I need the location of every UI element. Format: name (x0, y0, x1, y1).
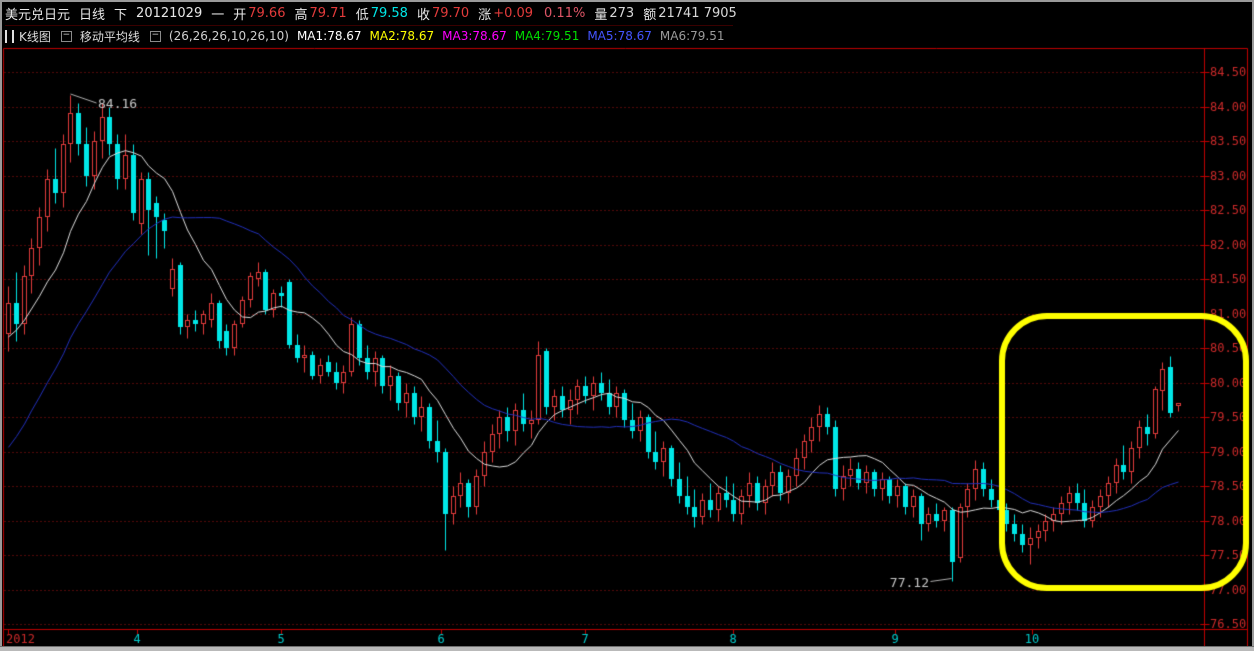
window-top-edge (0, 0, 1254, 2)
quote-fields: 开 79.66 高 79.71 低 79.58 收 79.70 涨 +0.09 0.11% 量 273 额… (233, 4, 746, 23)
chart-type-label[interactable]: K线图 (19, 28, 51, 45)
window-left-edge (0, 0, 2, 651)
indicator-bar: K线图 − 移动平均线 − (26,26,26,10,26,10) MA1:78… (5, 25, 733, 46)
ma-value-label: MA4:79.51 (514, 29, 580, 43)
window-bottom-edge (0, 646, 1254, 651)
ma-params-label: (26,26,26,10,26,10) (168, 29, 289, 43)
quote-field-value: 79.58 (370, 5, 408, 21)
quote-field-value: 273 (609, 5, 635, 21)
date-label: 20121029 (136, 5, 203, 21)
ma-value-label: MA5:78.67 (587, 29, 652, 43)
ma-value-label: MA6:79.51 (659, 29, 725, 43)
mode-label: 下 (114, 7, 128, 23)
ma-value-label: MA3:78.67 (442, 29, 507, 43)
ma-value-label: MA2:78.67 (369, 29, 435, 43)
chart-app-window: 美元兑日元 日线 下 20121029 一 开 79.66 高 79.71 低 79.58… (0, 0, 1254, 651)
collapse-ma-icon[interactable]: − (149, 30, 161, 42)
candlestick-chart[interactable] (0, 0, 1254, 651)
quote-field-label: 额 (643, 7, 657, 23)
quote-field-label: 量 (594, 7, 608, 23)
quote-header: 美元兑日元 日线 下 20121029 一 开 79.66 高 79.71 低 79.58… (5, 3, 746, 23)
quote-field-label: 开 (233, 7, 247, 23)
quote-field-label: 涨 (478, 7, 492, 23)
quote-field-value: 21741 7905 (658, 5, 737, 21)
quote-field-label: 收 (416, 7, 430, 23)
period-label[interactable]: 日线 (79, 4, 105, 23)
quote-field-label: 高 (294, 7, 308, 23)
pane-resize-handle-icon[interactable] (5, 29, 14, 43)
weekday-label: 一 (211, 7, 225, 23)
ma-value-label: MA1:78.67 (296, 29, 362, 43)
quote-field-value: 0.11% (544, 5, 586, 21)
indicator-name-label[interactable]: 移动平均线 (80, 28, 140, 45)
quote-field-value: 79.66 (248, 5, 286, 21)
symbol-name: 美元兑日元 (5, 7, 71, 23)
quote-field-label: 低 (355, 7, 369, 23)
quote-field-value: +0.09 (493, 5, 534, 21)
quote-field-value: 79.71 (309, 5, 347, 21)
quote-field-value: 79.70 (431, 5, 470, 21)
collapse-kline-icon[interactable]: − (60, 30, 72, 42)
ma-value-labels: MA1:78.67 MA2:78.67 MA3:78.67 MA4:79.51 MA5:… (297, 29, 733, 43)
